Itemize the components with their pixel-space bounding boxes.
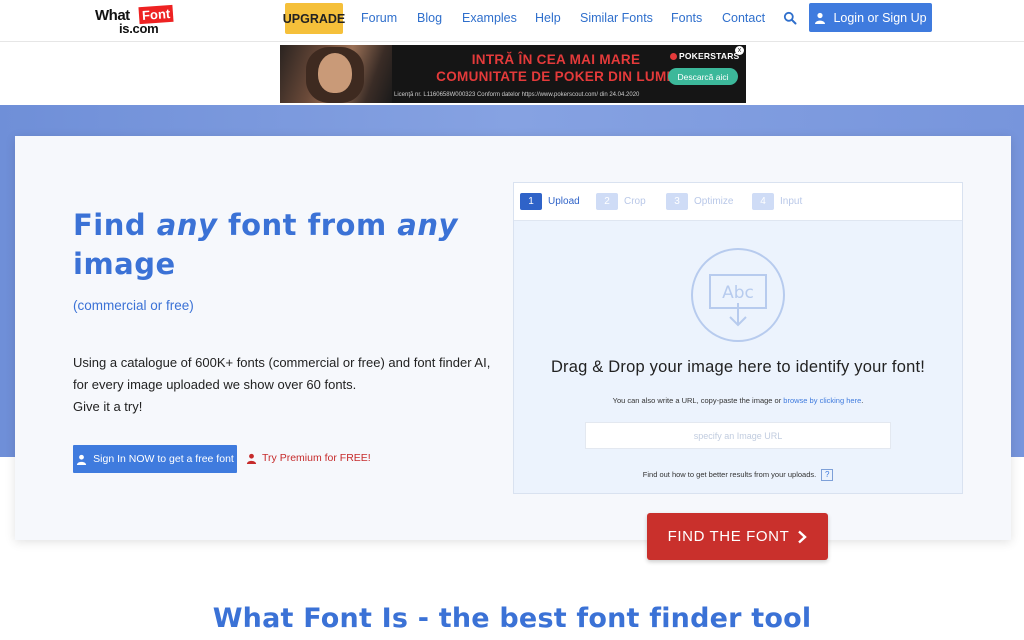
ad-banner[interactable]: INTRĂ ÎN CEA MAI MARE COMUNITATE DE POKE… bbox=[280, 45, 746, 103]
user-icon bbox=[815, 12, 826, 24]
ad-cta-button[interactable]: Descarcă aici bbox=[668, 68, 738, 85]
ad-photo bbox=[280, 45, 392, 103]
nav-similar-fonts[interactable]: Similar Fonts bbox=[580, 11, 653, 25]
nav-examples[interactable]: Examples bbox=[462, 11, 517, 25]
upload-dropzone[interactable]: 1 Upload 2 Crop 3 Optimize 4 Input Abc D… bbox=[513, 182, 963, 494]
login-button[interactable]: Login or Sign Up bbox=[809, 3, 932, 32]
premium-label: Try Premium for FREE! bbox=[262, 452, 371, 464]
ad-legal-text: Licenţă nr. L1160658W000323 Conform date… bbox=[394, 92, 640, 98]
login-label: Login or Sign Up bbox=[833, 10, 927, 25]
logo-iscom: is.com bbox=[119, 21, 159, 36]
browse-link[interactable]: browse by clicking here bbox=[783, 396, 861, 405]
nav-fonts[interactable]: Fonts bbox=[671, 11, 702, 25]
hero-subtitle: (commercial or free) bbox=[73, 298, 194, 313]
ad-headline: INTRĂ ÎN CEA MAI MARE COMUNITATE DE POKE… bbox=[436, 52, 676, 84]
upgrade-button[interactable]: UPGRADE bbox=[283, 3, 345, 34]
ad-close-icon[interactable]: x bbox=[735, 46, 744, 55]
step-optimize: 3 Optimize bbox=[666, 193, 733, 210]
better-results-hint: Find out how to get better results from … bbox=[514, 469, 962, 481]
find-label: FIND THE FONT bbox=[667, 528, 790, 545]
site-logo[interactable]: What Font is.com bbox=[95, 4, 175, 36]
step-crop: 2 Crop bbox=[596, 193, 646, 210]
nav-blog[interactable]: Blog bbox=[417, 11, 442, 25]
search-icon[interactable] bbox=[783, 11, 797, 25]
signin-label: Sign In NOW to get a free font bbox=[93, 453, 234, 465]
hero-description: Using a catalogue of 600K+ fonts (commer… bbox=[73, 355, 491, 414]
upload-steps: 1 Upload 2 Crop 3 Optimize 4 Input bbox=[514, 183, 962, 221]
site-header: What Font is.com UPGRADE Forum Blog Exam… bbox=[0, 0, 1024, 42]
chevron-right-icon bbox=[798, 530, 808, 543]
step-input: 4 Input bbox=[752, 193, 802, 210]
user-icon bbox=[246, 453, 257, 464]
nav-forum[interactable]: Forum bbox=[361, 11, 397, 25]
step-upload[interactable]: 1 Upload bbox=[520, 193, 580, 210]
pokerstars-logo-icon bbox=[670, 53, 677, 60]
user-icon bbox=[77, 454, 87, 465]
drop-hint: You can also write a URL, copy-paste the… bbox=[612, 396, 864, 405]
nav-help[interactable]: Help bbox=[535, 11, 561, 25]
find-the-font-button[interactable]: FIND THE FONT bbox=[647, 513, 828, 560]
upload-image-icon: Abc bbox=[691, 248, 785, 342]
help-icon[interactable]: ? bbox=[821, 469, 834, 481]
svg-text:Abc: Abc bbox=[722, 283, 754, 303]
section-title: What Font Is - the best font finder tool bbox=[212, 603, 812, 634]
ad-brand: POKERSTARS bbox=[670, 51, 739, 61]
nav-contact[interactable]: Contact bbox=[722, 11, 765, 25]
drop-title: Drag & Drop your image here to identify … bbox=[550, 358, 926, 376]
try-premium-link[interactable]: Try Premium for FREE! bbox=[246, 452, 371, 464]
signin-free-font-button[interactable]: Sign In NOW to get a free font bbox=[73, 445, 237, 473]
image-url-input[interactable] bbox=[585, 422, 891, 449]
hero-title: Find any font from any image bbox=[73, 208, 458, 281]
